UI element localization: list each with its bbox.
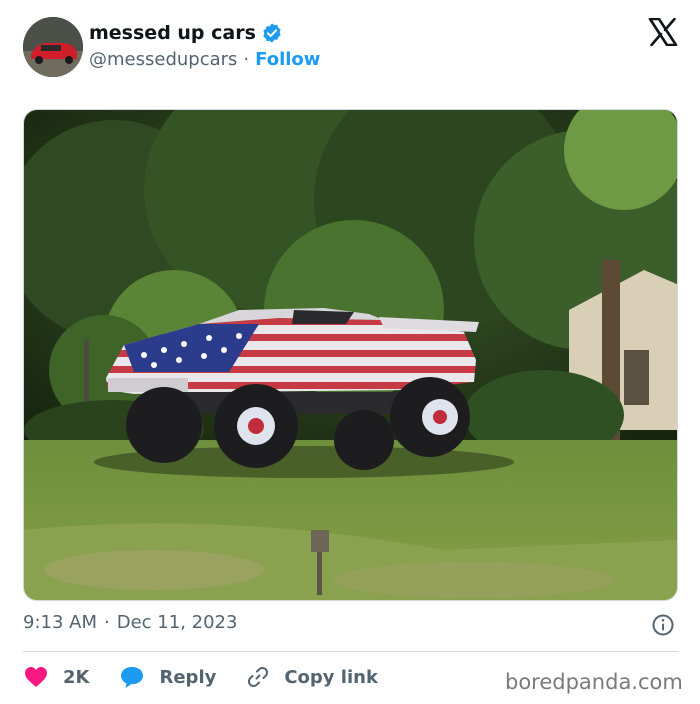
tweet-card: messed up cars @messedupcars · Follow 9:… (0, 0, 700, 704)
post-photo[interactable] (23, 109, 678, 601)
author-name-row: messed up cars (89, 22, 283, 44)
copy-link-button[interactable]: Copy link (246, 665, 378, 689)
divider (23, 651, 678, 652)
reply-button[interactable]: Reply (119, 665, 216, 689)
author-handle[interactable]: @messedupcars (89, 49, 237, 70)
info-icon[interactable] (651, 613, 675, 637)
reply-label: Reply (159, 666, 217, 688)
watermark: boredpanda.com (505, 670, 683, 694)
author-handle-row: @messedupcars · Follow (89, 49, 320, 70)
like-count: 2K (63, 666, 90, 688)
x-logo-icon[interactable] (648, 17, 678, 47)
follow-button[interactable]: Follow (255, 49, 320, 70)
separator-dot: · (243, 49, 250, 70)
heart-icon (25, 667, 47, 687)
like-button[interactable]: 2K (23, 665, 89, 689)
post-timestamp[interactable]: 9:13 AM · Dec 11, 2023 (23, 612, 237, 633)
post-date: Dec 11, 2023 (116, 612, 238, 633)
avatar[interactable] (23, 17, 83, 77)
separator-dot: · (104, 612, 110, 633)
post-time: 9:13 AM (23, 612, 97, 633)
action-bar: 2K Reply Copy link (23, 664, 408, 690)
link-icon (248, 666, 269, 688)
verified-badge-icon (261, 22, 283, 44)
author-name[interactable]: messed up cars (89, 22, 256, 44)
speech-bubble-icon (121, 667, 144, 688)
copy-link-label: Copy link (284, 666, 378, 688)
